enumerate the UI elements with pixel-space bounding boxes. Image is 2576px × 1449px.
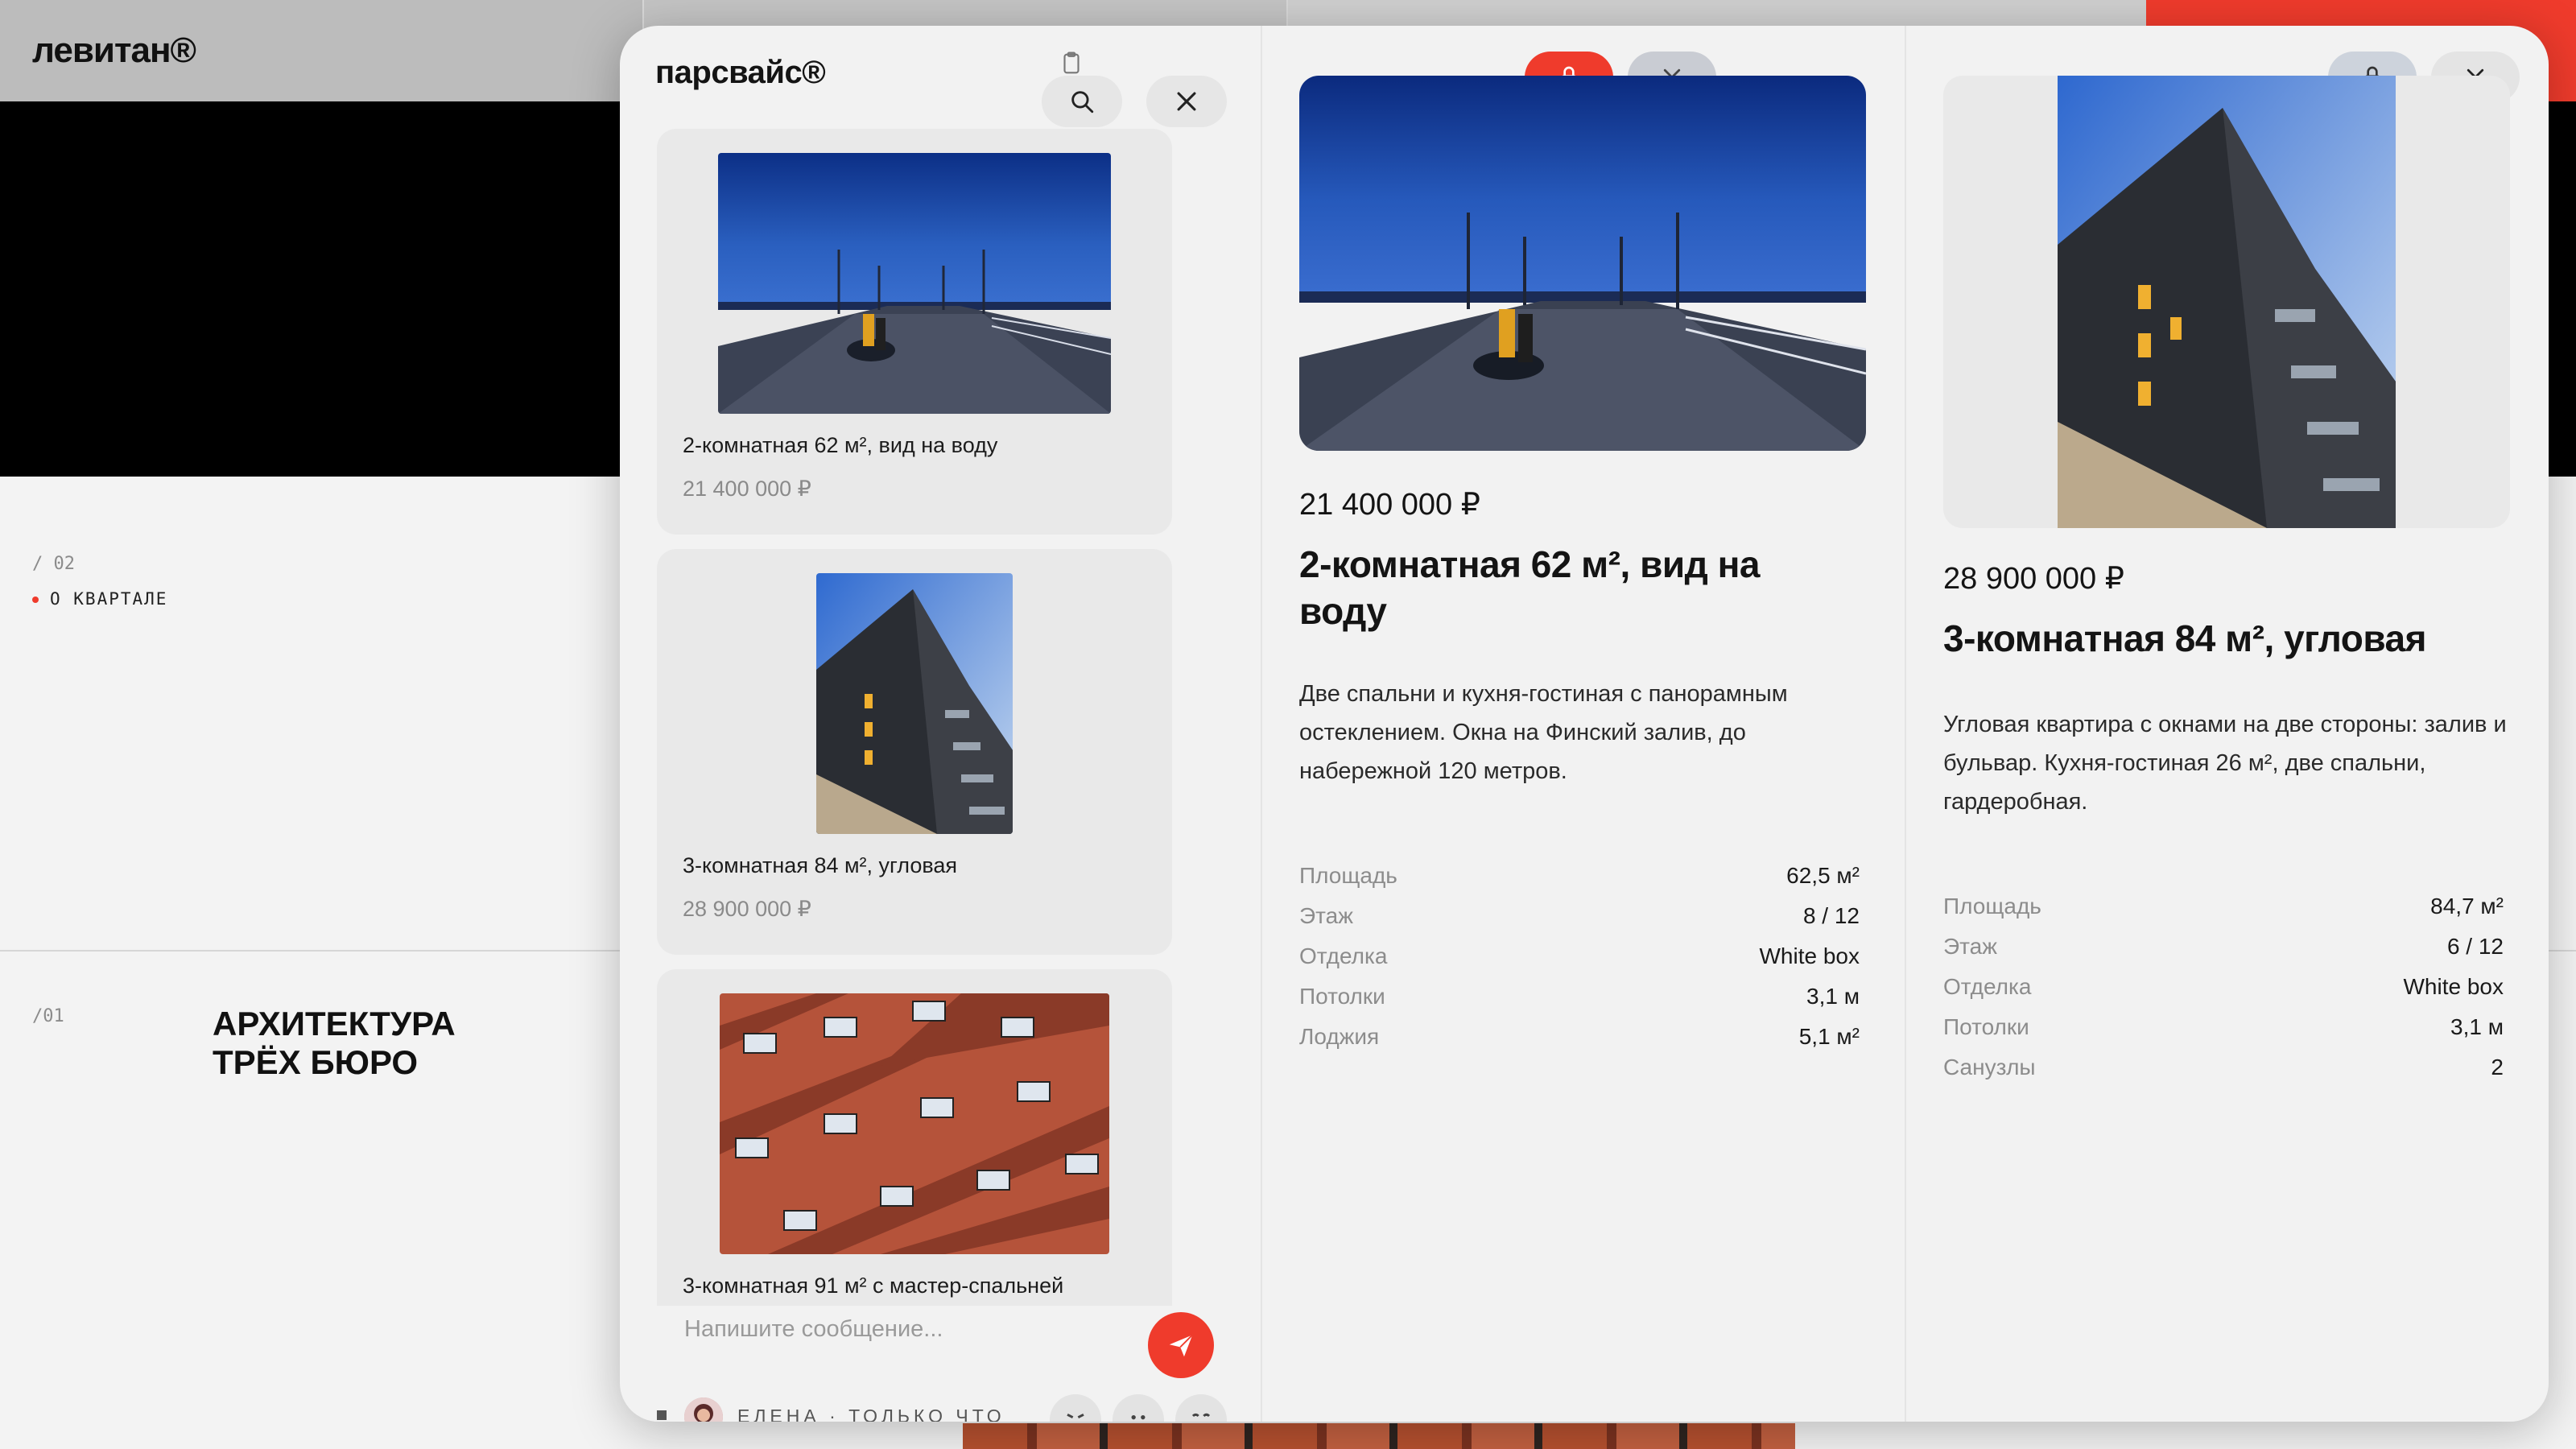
spec-key: Этаж [1943,934,1997,959]
spec-row: Отделка White box [1299,943,1860,984]
spec-value: 2 [2491,1055,2504,1080]
active-dot-icon [32,597,39,603]
clipboard-icon [1063,52,1080,74]
spec-row: Этаж 6 / 12 [1943,934,2504,974]
spec-row: Потолки 3,1 м [1943,1014,2504,1055]
chat-brand: парсвайс® [655,55,826,90]
spec-row: Санузлы 2 [1943,1055,2504,1095]
message-composer [657,1294,1204,1367]
spec-value: 84,7 м² [2430,894,2504,919]
section-label[interactable]: О КВАРТАЛЕ [32,589,167,609]
spec-key: Санузлы [1943,1055,2036,1080]
brick-facade-photo [720,993,1109,1254]
message-author: ЕЛЕНА · ТОЛЬКО ЧТО [737,1406,1005,1422]
spec-value: 8 / 12 [1802,903,1860,928]
message-input[interactable] [657,1294,1108,1364]
listing-card[interactable]: 2-комнатная 62 м², вид на воду 21 400 00… [657,129,1172,535]
listing-description: Угловая квартира с окнами на две стороны… [1943,712,2507,815]
spec-value: 3,1 м [2450,1014,2504,1039]
close-icon [1177,92,1196,111]
spec-key: Площадь [1943,894,2041,919]
listing-title: 2-комнатная 62 м², вид на воду [683,433,998,457]
spec-value: 62,5 м² [1786,863,1860,888]
spec-value: 6 / 12 [2446,934,2504,959]
spec-list: Площадь 84,7 м² Этаж 6 / 12 Отделка White b… [1943,894,2504,1095]
spec-value: 5,1 м² [1798,1024,1860,1049]
spec-row: Площадь 84,7 м² [1943,894,2504,934]
tower-photo [2058,76,2396,528]
spec-value: 3,1 м [1806,984,1860,1009]
listing-title: 2-комнатная 62 м², вид на воду [1299,543,1760,632]
listing-card[interactable]: 3-комнатная 91 м² с мастер-спальней [657,969,1172,1306]
pier-photo [718,153,1111,414]
chat-modal: парсвайс® 2-комнатная 62 м², вид на воду… [620,26,2549,1422]
smile-face-icon[interactable] [1175,1394,1227,1422]
spec-row: Отделка White box [1943,974,2504,1014]
listing-title: 3-комнатная 84 м², угловая [683,853,958,877]
listing-detail-panel: 28 900 000 ₽ 3-комнатная 84 м², угловая … [1905,26,2549,1422]
section-number: /01 [32,1006,64,1026]
spec-key: Лоджия [1299,1024,1380,1049]
spec-key: Отделка [1943,974,2032,999]
listing-title: 3-комнатная 84 м², угловая [1943,617,2426,659]
message-status: ЕЛЕНА · ТОЛЬКО ЧТО [657,1391,1236,1422]
listing-detail-panel: 21 400 000 ₽ 2-комнатная 62 м², вид на в… [1261,26,1906,1422]
image-frame [1943,76,2510,528]
section-number: / 02 [32,554,75,574]
spec-value: White box [1759,943,1860,968]
section-heading-line: ТРЁХ БЮРО [213,1043,419,1081]
spec-value: White box [2403,974,2504,999]
section-label-text: О КВАРТАЛЕ [50,589,168,609]
chat-column: парсвайс® 2-комнатная 62 м², вид на воду… [620,26,1261,1422]
angry-face-icon[interactable] [1050,1394,1101,1422]
listing-price: 28 900 000 ₽ [683,897,811,921]
listing-description: Две спальни и кухня-гостиная с панорамны… [1299,681,1788,784]
section-heading-line: АРХИТЕКТУРА [213,1005,456,1042]
spec-row: Потолки 3,1 м [1299,984,1860,1024]
avatar[interactable] [684,1397,723,1422]
spec-key: Отделка [1299,943,1388,968]
spec-row: Этаж 8 / 12 [1299,903,1860,943]
listing-price: 28 900 000 ₽ [1943,562,2124,596]
send-button[interactable] [1148,1312,1214,1378]
spec-key: Потолки [1299,984,1385,1009]
section-heading: АРХИТЕКТУРА ТРЁХ БЮРО [213,1005,456,1082]
tower-photo [816,573,1013,834]
status-square-icon [657,1410,667,1420]
neutral-face-icon[interactable] [1113,1394,1164,1422]
listing-price: 21 400 000 ₽ [683,477,811,501]
spec-row: Лоджия 5,1 м² [1299,1024,1860,1064]
listing-price: 21 400 000 ₽ [1299,488,1480,522]
listing-feed[interactable]: 2-комнатная 62 м², вид на воду 21 400 00… [657,105,1172,1306]
pier-photo [1299,76,1866,451]
site-logo[interactable]: левитан® [32,31,196,71]
spec-key: Площадь [1299,863,1397,888]
background-photo [963,1423,1795,1449]
spec-key: Потолки [1943,1014,2029,1039]
spec-key: Этаж [1299,903,1353,928]
send-icon [1169,1334,1193,1357]
listing-card[interactable]: 3-комнатная 84 м², угловая 28 900 000 ₽ [657,549,1172,955]
spec-list: Площадь 62,5 м² Этаж 8 / 12 Отделка White b… [1299,863,1860,1064]
spec-row: Площадь 62,5 м² [1299,863,1860,903]
